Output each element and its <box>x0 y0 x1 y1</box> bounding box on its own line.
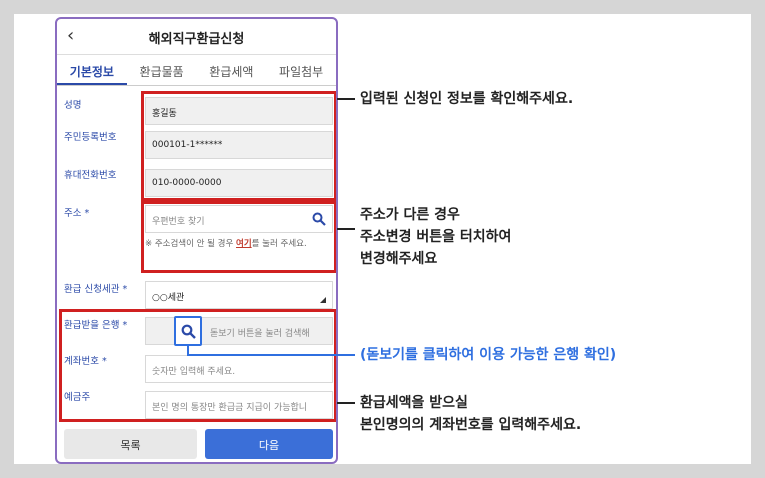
required-mark: * <box>84 208 90 219</box>
annotation-bank: (돋보기를 클릭하여 이용 가능한 은행 확인) <box>360 347 617 363</box>
next-button[interactable]: 다음 <box>205 429 333 459</box>
annotation-applicant-info: 입력된 신청인 정보를 확인해주세요. <box>360 91 574 107</box>
tab-refund-amount[interactable]: 환급세액 <box>197 56 267 85</box>
highlight-applicant-info <box>141 91 336 201</box>
tab-basic-info[interactable]: 기본정보 <box>57 56 127 85</box>
phone-screen: ‹ 해외직구환급신청 기본정보 환급물품 환급세액 파일첨부 성명 홍길동 주민… <box>55 17 338 464</box>
list-button[interactable]: 목록 <box>64 429 197 459</box>
annotation-account-line1: 환급세액을 받으실 <box>360 395 468 411</box>
connector-line <box>337 402 355 404</box>
top-bar: ‹ 해외직구환급신청 <box>57 19 336 55</box>
dropdown-arrow-icon <box>320 297 326 303</box>
tab-refund-items[interactable]: 환급물품 <box>127 56 197 85</box>
highlight-bank-account <box>59 309 336 422</box>
address-label: 주소 * <box>64 205 89 219</box>
customs-select[interactable]: ○○세관 <box>145 281 333 309</box>
annotation-address-line2: 주소변경 버튼을 터치하여 <box>360 229 512 245</box>
annotation-address: 주소가 다른 경우 주소변경 버튼을 터치하여 변경해주세요 <box>360 204 511 270</box>
page-title: 해외직구환급신청 <box>148 32 245 47</box>
connector-line-blue <box>187 354 355 356</box>
tab-bar: 기본정보 환급물품 환급세액 파일첨부 <box>57 56 336 86</box>
connector-line <box>337 228 355 230</box>
address-label-text: 주소 <box>64 208 82 219</box>
customs-label-text: 환급 신청세관 <box>64 284 120 295</box>
annotation-account-line2: 본인명의의 계좌번호를 입력해주세요. <box>360 417 582 433</box>
customs-label: 환급 신청세관 * <box>64 281 127 295</box>
highlight-address <box>141 201 336 273</box>
id-label: 주민등록번호 <box>64 132 117 143</box>
annotation-address-line1: 주소가 다른 경우 <box>360 207 460 223</box>
annotation-account: 환급세액을 받으실 본인명의의 계좌번호를 입력해주세요. <box>360 392 581 436</box>
customs-value: ○○세관 <box>152 293 185 303</box>
phone-label: 휴대전화번호 <box>64 170 117 181</box>
connector-line <box>337 98 355 100</box>
name-label: 성명 <box>64 100 82 111</box>
tab-file-attach[interactable]: 파일첨부 <box>266 56 336 85</box>
annotation-address-line3: 변경해주세요 <box>360 251 438 267</box>
required-mark: * <box>122 284 128 295</box>
